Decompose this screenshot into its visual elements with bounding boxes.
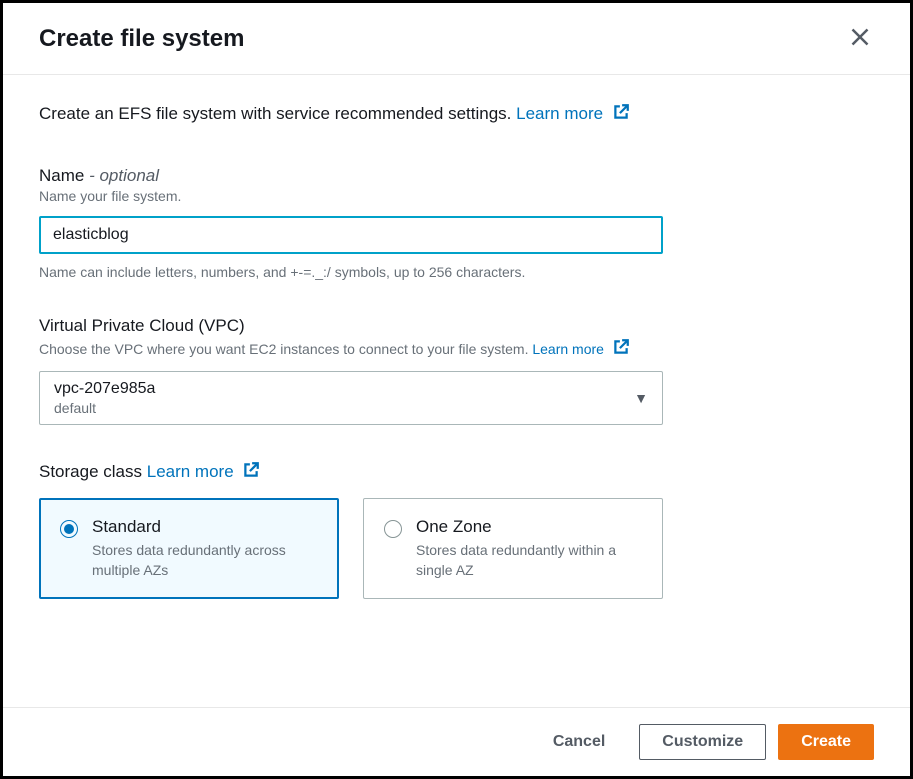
name-input[interactable] [39,216,663,254]
storage-label: Storage class Learn more [39,461,874,484]
name-label-text: Name [39,166,84,185]
vpc-hint-text: Choose the VPC where you want EC2 instan… [39,341,528,357]
storage-option-content: Standard Stores data redundantly across … [92,517,318,580]
radio-icon [60,520,78,538]
close-icon [850,35,870,50]
storage-learn-more-label: Learn more [147,462,234,481]
storage-option-desc: Stores data redundantly within a single … [416,541,642,580]
name-optional-suffix: - optional [84,166,159,185]
intro-text: Create an EFS file system with service r… [39,103,874,126]
vpc-select-value: vpc-207e985a [54,380,155,398]
vpc-select-content: vpc-207e985a default [54,380,155,416]
vpc-hint: Choose the VPC where you want EC2 instan… [39,338,874,359]
vpc-select[interactable]: vpc-207e985a default ▼ [39,371,663,425]
intro-text-content: Create an EFS file system with service r… [39,104,511,123]
modal-body: Create an EFS file system with service r… [3,75,910,707]
close-button[interactable] [846,23,874,54]
vpc-select-sub: default [54,400,155,416]
storage-learn-more-link[interactable]: Learn more [147,462,261,481]
external-link-icon [242,461,260,484]
name-field-group: Name - optional Name your file system. N… [39,166,874,280]
name-hint: Name your file system. [39,188,874,204]
learn-more-label: Learn more [516,104,603,123]
storage-option-content: One Zone Stores data redundantly within … [416,517,642,580]
storage-field-group: Storage class Learn more Standard [39,461,874,599]
caret-down-icon: ▼ [634,390,648,406]
cancel-button[interactable]: Cancel [531,725,627,759]
modal-footer: Cancel Customize Create [3,707,910,776]
modal-header: Create file system [3,3,910,75]
vpc-learn-more-label: Learn more [532,341,604,357]
external-link-icon [612,103,630,126]
radio-dot-icon [64,524,74,534]
vpc-label: Virtual Private Cloud (VPC) [39,316,874,336]
customize-button[interactable]: Customize [639,724,766,760]
external-link-icon [612,338,630,359]
radio-icon [384,520,402,538]
storage-option-desc: Stores data redundantly across multiple … [92,541,318,580]
create-button[interactable]: Create [778,724,874,760]
storage-radio-group: Standard Stores data redundantly across … [39,498,874,599]
intro-learn-more-link[interactable]: Learn more [516,104,630,123]
storage-option-title: One Zone [416,517,642,537]
storage-option-title: Standard [92,517,318,537]
name-constraint: Name can include letters, numbers, and +… [39,264,874,280]
vpc-field-group: Virtual Private Cloud (VPC) Choose the V… [39,316,874,425]
storage-option-standard[interactable]: Standard Stores data redundantly across … [39,498,339,599]
storage-label-text: Storage class [39,462,142,481]
modal-title: Create file system [39,25,244,53]
vpc-learn-more-link[interactable]: Learn more [532,341,629,357]
storage-option-onezone[interactable]: One Zone Stores data redundantly within … [363,498,663,599]
name-label: Name - optional [39,166,874,186]
